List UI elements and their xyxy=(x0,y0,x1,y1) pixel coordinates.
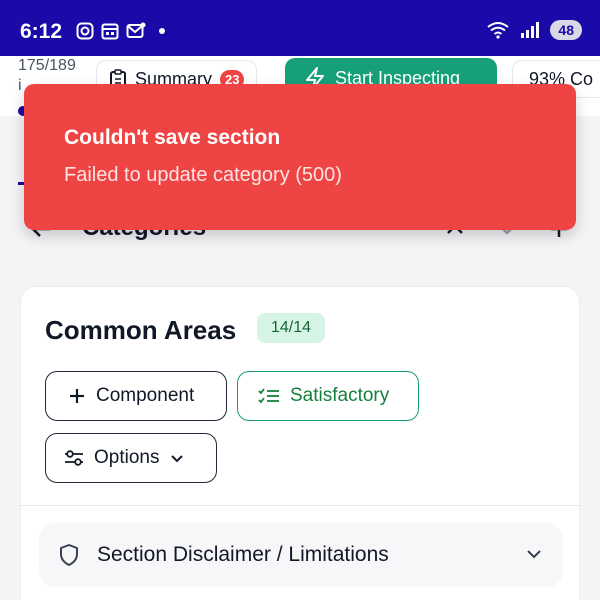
toast-message: Failed to update category (500) xyxy=(64,164,342,186)
mail-icon xyxy=(126,22,146,38)
chevron-down-icon xyxy=(171,455,184,463)
battery-icon: 48 xyxy=(550,20,582,40)
component-label: Component xyxy=(96,385,195,406)
section-disclaimer-label: Section Disclaimer / Limitations xyxy=(97,543,389,566)
plus-icon xyxy=(70,389,84,403)
status-time: 6:12 xyxy=(20,20,63,43)
sliders-icon xyxy=(65,450,83,466)
wifi-icon xyxy=(487,22,510,39)
chevron-down-icon xyxy=(527,550,541,559)
error-toast[interactable]: Couldn't save section Failed to update c… xyxy=(24,84,576,230)
instagram-icon xyxy=(76,22,94,40)
satisfactory-button[interactable]: Satisfactory xyxy=(237,371,419,421)
notification-dot-icon xyxy=(159,28,165,34)
category-card: Common Areas 14/14 Component Satisfactor… xyxy=(20,286,581,600)
toast-title: Couldn't save section xyxy=(64,126,281,149)
category-title: Common Areas xyxy=(45,315,237,345)
category-count-badge: 14/14 xyxy=(257,313,326,343)
shield-icon xyxy=(60,544,78,566)
options-label: Options xyxy=(94,447,160,468)
options-dropdown[interactable]: Options xyxy=(45,433,217,483)
status-bar: 6:12 48 xyxy=(0,0,600,64)
satisfactory-label: Satisfactory xyxy=(290,385,390,406)
checklist-icon xyxy=(258,388,279,404)
card-divider xyxy=(21,505,581,506)
add-component-button[interactable]: Component xyxy=(45,371,227,421)
calendar-icon xyxy=(101,23,119,40)
signal-icon xyxy=(521,22,540,38)
section-disclaimer-row[interactable]: Section Disclaimer / Limitations xyxy=(39,523,563,587)
